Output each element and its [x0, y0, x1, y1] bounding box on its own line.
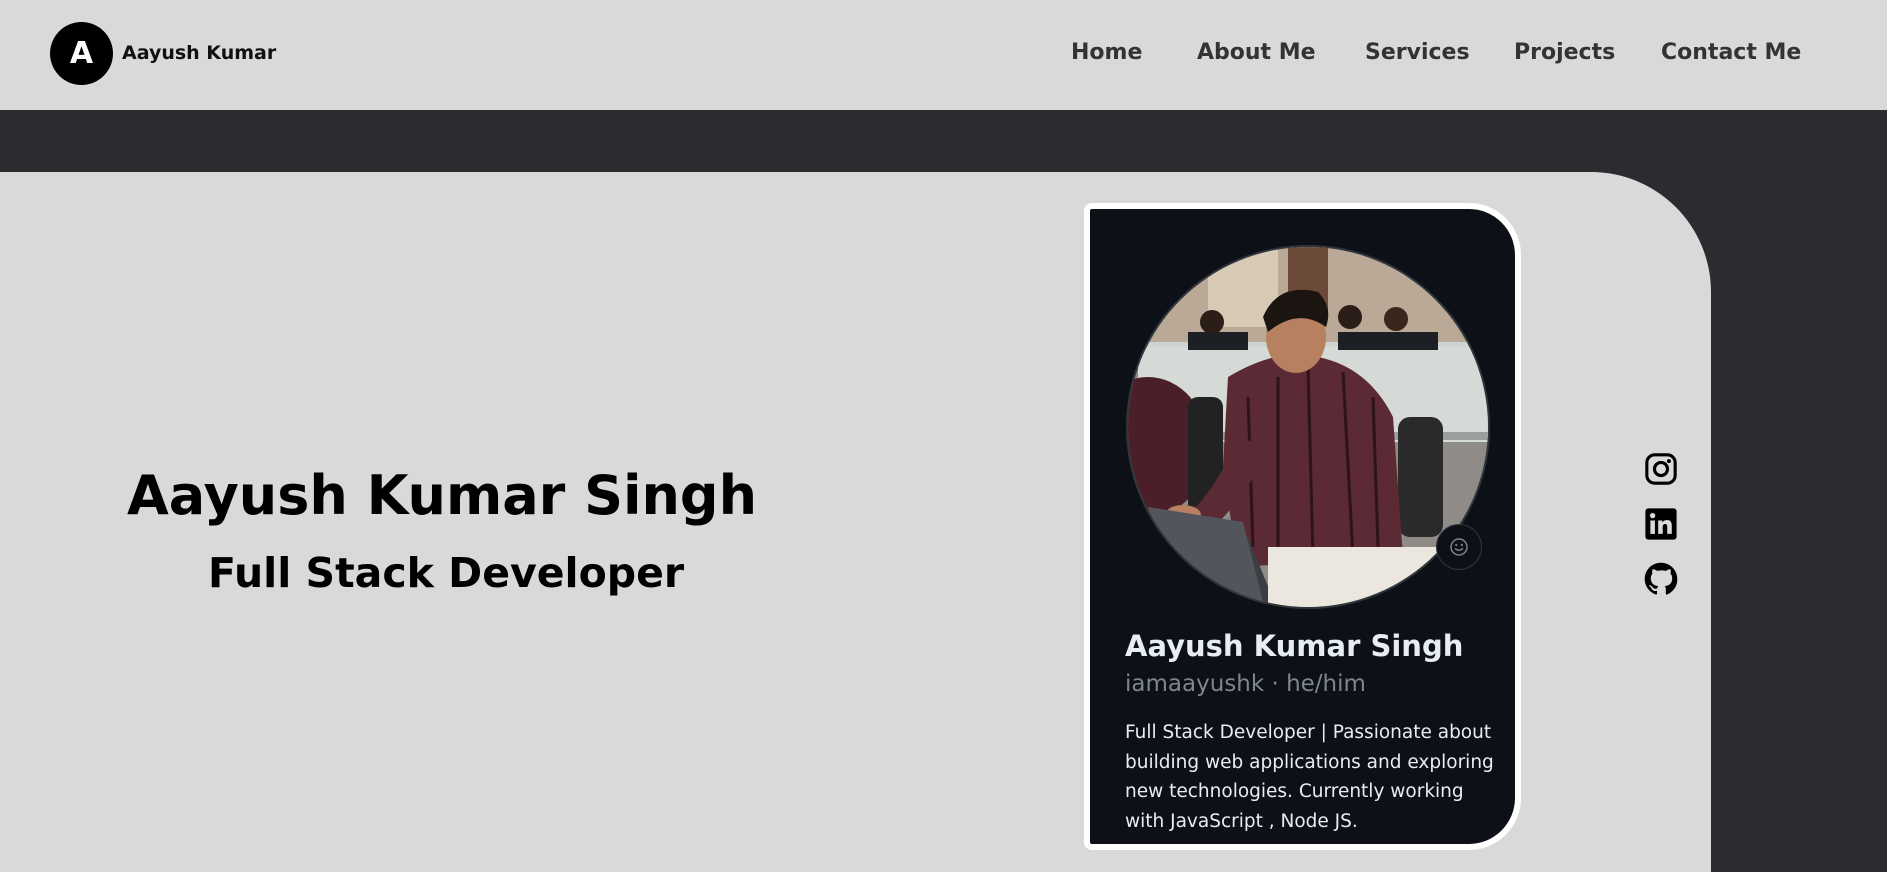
- hero-name: Aayush Kumar Singh: [127, 464, 758, 527]
- logo-name[interactable]: Aayush Kumar: [122, 42, 276, 64]
- nav-services[interactable]: Services: [1365, 40, 1470, 65]
- github-icon: [1644, 562, 1678, 595]
- instagram-icon: [1645, 453, 1677, 485]
- card-handle: iamaayushk · he/him: [1125, 671, 1366, 697]
- site-header: A Aayush Kumar Home About Me Services Pr…: [0, 0, 1887, 110]
- linkedin-link[interactable]: [1643, 506, 1679, 542]
- nav-projects[interactable]: Projects: [1514, 40, 1615, 65]
- nav-home[interactable]: Home: [1071, 40, 1142, 65]
- linkedin-icon: [1645, 508, 1677, 540]
- card-name: Aayush Kumar Singh: [1125, 629, 1464, 663]
- github-link[interactable]: [1643, 561, 1679, 597]
- set-status-button[interactable]: [1436, 524, 1482, 570]
- profile-photo: [1126, 245, 1490, 609]
- hero-role: Full Stack Developer: [208, 549, 685, 597]
- logo-avatar[interactable]: A: [50, 22, 113, 85]
- card-bio: Full Stack Developer | Passionate about …: [1125, 722, 1494, 832]
- instagram-link[interactable]: [1643, 451, 1679, 487]
- nav-about-me[interactable]: About Me: [1197, 40, 1316, 65]
- nav-contact-me[interactable]: Contact Me: [1661, 40, 1801, 65]
- github-profile-card[interactable]: Aayush Kumar Singh iamaayushk · he/him F…: [1084, 203, 1521, 850]
- smiley-icon: [1450, 538, 1468, 556]
